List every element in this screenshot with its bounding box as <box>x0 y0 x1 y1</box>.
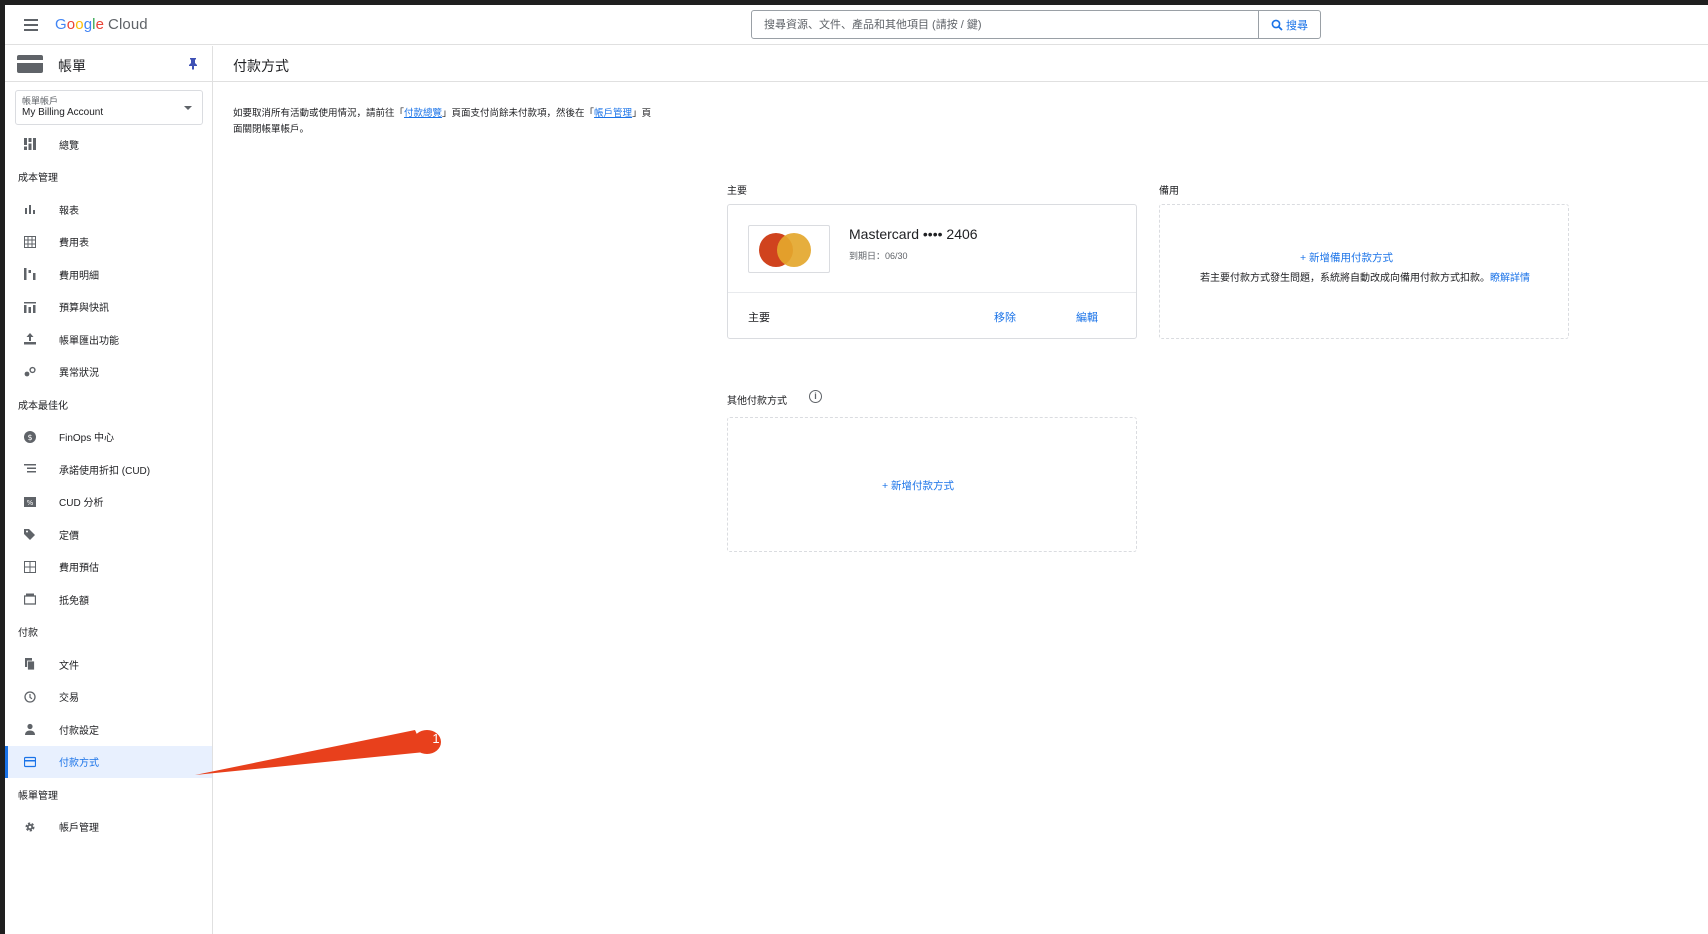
payment-overview-link[interactable]: 付款總覽 <box>404 108 442 119</box>
sidebar-item-transactions[interactable]: 交易 <box>5 681 212 714</box>
percent-icon: % <box>23 495 37 509</box>
section-cost-optimization: 成本最佳化 <box>18 400 68 412</box>
section-billing-management: 帳單管理 <box>18 790 58 802</box>
table-icon <box>23 235 37 249</box>
section-payments: 付款 <box>18 628 38 640</box>
remove-button[interactable]: 移除 <box>994 309 1016 325</box>
document-icon <box>23 657 37 671</box>
search-input[interactable] <box>752 11 1258 38</box>
pin-icon[interactable] <box>186 56 200 70</box>
sidebar: 帳單 帳單帳戶 My Billing Account 總覽 成本管理 報表 費用… <box>5 46 213 934</box>
sidebar-header: 帳單 <box>5 46 212 82</box>
backup-description: 若主要付款方式發生問題，系統將自動改成向備用付款方式扣款。瞭解詳情 <box>1200 273 1530 284</box>
budget-icon <box>23 300 37 314</box>
sidebar-item-cud[interactable]: 承諾使用折扣 (CUD) <box>5 453 212 486</box>
add-backup-payment-link[interactable]: + 新增備用付款方式 <box>1300 250 1393 265</box>
page-header: 付款方式 <box>213 46 1708 82</box>
top-bar: Google Cloud 搜尋 <box>5 5 1708 45</box>
svg-text:%: % <box>27 499 34 507</box>
search-bar: 搜尋 <box>751 10 1321 39</box>
card-name: Mastercard •••• 2406 <box>849 226 978 242</box>
dollar-icon: $ <box>23 430 37 444</box>
account-management-link[interactable]: 帳戶管理 <box>594 108 632 119</box>
list-icon <box>23 462 37 476</box>
chevron-down-icon <box>184 106 192 110</box>
sidebar-item-payment-methods[interactable]: 付款方式 <box>5 745 212 778</box>
sidebar-item-pricing[interactable]: 定價 <box>5 518 212 551</box>
sidebar-item-billing-export[interactable]: 帳單匯出功能 <box>5 323 212 356</box>
primary-section-label: 主要 <box>727 186 747 197</box>
other-methods-label: 其他付款方式 <box>727 396 787 407</box>
annotation-arrow <box>195 730 441 775</box>
billing-account-select[interactable]: 帳單帳戶 My Billing Account <box>15 90 203 125</box>
page-title: 付款方式 <box>233 58 289 74</box>
credit-card-icon <box>23 755 37 769</box>
sidebar-item-anomalies[interactable]: 異常狀況 <box>5 356 212 389</box>
mastercard-logo-icon <box>748 225 830 273</box>
edit-button[interactable]: 編輯 <box>1076 309 1098 325</box>
bar-chart-icon <box>23 202 37 216</box>
breakdown-icon <box>23 267 37 281</box>
clock-icon <box>23 690 37 704</box>
search-button[interactable]: 搜尋 <box>1258 11 1320 38</box>
other-payment-box: + 新增付款方式 <box>727 417 1137 552</box>
sidebar-item-cost-table[interactable]: 費用表 <box>5 226 212 259</box>
search-icon <box>1271 19 1283 31</box>
sidebar-item-reports[interactable]: 報表 <box>5 193 212 226</box>
billing-icon <box>17 55 43 73</box>
info-icon[interactable]: i <box>809 390 822 403</box>
gear-icon <box>23 820 37 834</box>
anomaly-icon <box>23 365 37 379</box>
sidebar-item-account-management[interactable]: 帳戶管理 <box>5 811 212 844</box>
main-content: 付款方式 如要取消所有活動或使用情況，請前往「付款總覽」頁面支付尚餘未付款項，然… <box>213 46 1708 934</box>
backup-payment-box: + 新增備用付款方式 若主要付款方式發生問題，系統將自動改成向備用付款方式扣款。… <box>1159 204 1569 339</box>
sidebar-nav: 總覽 成本管理 報表 費用表 費用明細 預算與快訊 帳單匯出功能 異常狀況 成本… <box>5 128 212 843</box>
learn-more-link[interactable]: 瞭解詳情 <box>1490 273 1530 284</box>
sidebar-item-finops-hub[interactable]: $ FinOps 中心 <box>5 421 212 454</box>
sidebar-item-cud-analysis[interactable]: % CUD 分析 <box>5 486 212 519</box>
backup-section-label: 備用 <box>1159 186 1179 197</box>
google-cloud-logo[interactable]: Google Cloud <box>55 16 148 33</box>
sidebar-item-overview[interactable]: 總覽 <box>5 128 212 161</box>
credits-icon <box>23 592 37 606</box>
cancel-notice: 如要取消所有活動或使用情況，請前往「付款總覽」頁面支付尚餘未付款項，然後在「帳戶… <box>233 108 652 135</box>
card-expiry: 到期日：06/30 <box>849 251 908 261</box>
tag-icon <box>23 527 37 541</box>
hamburger-menu-icon[interactable] <box>21 15 41 35</box>
annotation-number: 1 <box>432 731 440 746</box>
export-icon <box>23 332 37 346</box>
svg-text:$: $ <box>27 433 32 442</box>
add-payment-method-link[interactable]: + 新增付款方式 <box>882 478 954 493</box>
section-cost-management: 成本管理 <box>18 173 58 185</box>
sidebar-item-cost-breakdown[interactable]: 費用明細 <box>5 258 212 291</box>
card-role: 主要 <box>748 312 770 324</box>
sidebar-title: 帳單 <box>58 58 86 74</box>
sidebar-item-credits[interactable]: 抵免額 <box>5 583 212 616</box>
app-window: GoogleCloud 搜尋 帳單 帳單帳戶 My Billing Accoun… <box>5 5 1708 934</box>
calculator-icon <box>23 560 37 574</box>
dashboard-icon <box>23 137 37 151</box>
person-icon <box>23 722 37 736</box>
sidebar-item-documents[interactable]: 文件 <box>5 648 212 681</box>
primary-payment-card: Mastercard •••• 2406 到期日：06/30 主要 移除 編輯 <box>727 204 1137 339</box>
sidebar-item-payment-settings[interactable]: 付款設定 <box>5 713 212 746</box>
divider <box>728 292 1136 293</box>
sidebar-item-budgets[interactable]: 預算與快訊 <box>5 291 212 324</box>
sidebar-item-cost-estimate[interactable]: 費用預估 <box>5 551 212 584</box>
